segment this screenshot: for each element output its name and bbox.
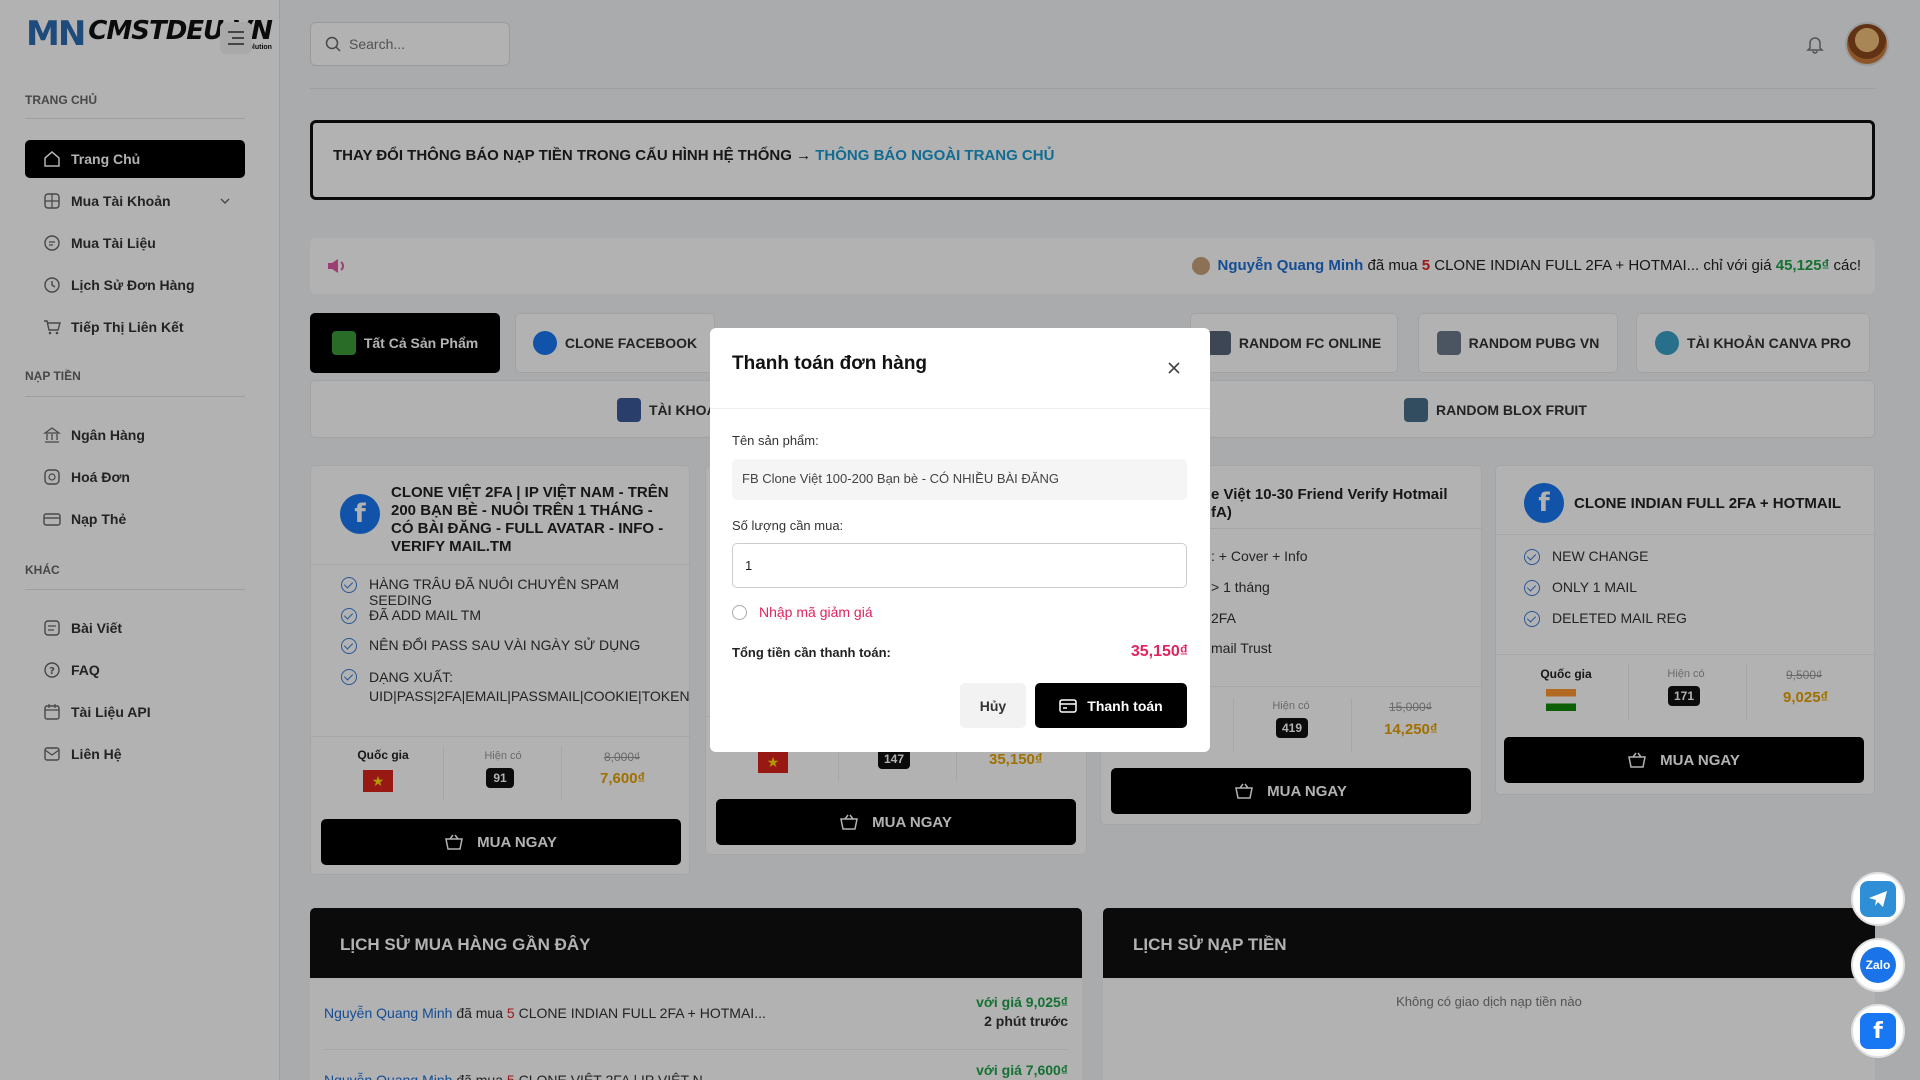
zalo-button[interactable]: Zalo — [1851, 938, 1905, 992]
close-icon[interactable] — [1162, 356, 1186, 380]
facebook-icon: f — [1860, 1013, 1896, 1049]
checkout-modal: Thanh toán đơn hàng Tên sản phẩm: FB Clo… — [710, 328, 1210, 752]
pay-button[interactable]: Thanh toán — [1035, 683, 1187, 728]
telegram-icon — [1860, 881, 1896, 917]
pay-label: Thanh toán — [1087, 697, 1163, 714]
divider — [710, 408, 1210, 409]
product-name-label: Tên sản phẩm: — [732, 433, 819, 448]
telegram-button[interactable] — [1851, 872, 1905, 926]
modal-title: Thanh toán đơn hàng — [732, 353, 928, 374]
discount-icon — [732, 604, 747, 620]
total-value: 35,150₫ — [1130, 643, 1188, 660]
quantity-label: Số lượng cần mua: — [732, 518, 844, 533]
coupon-link[interactable]: Nhập mã giảm giá — [732, 604, 873, 620]
zalo-icon: Zalo — [1860, 947, 1896, 983]
credit-card-icon — [1059, 698, 1078, 713]
coupon-label: Nhập mã giảm giá — [759, 604, 873, 620]
quantity-input[interactable] — [732, 543, 1187, 588]
product-name-field: FB Clone Việt 100-200 Bạn bè - CÓ NHIỀU … — [732, 459, 1187, 500]
cancel-button[interactable]: Hủy — [960, 683, 1026, 728]
facebook-messenger-button[interactable]: f — [1851, 1004, 1905, 1058]
total-label: Tổng tiền cần thanh toán: — [732, 645, 891, 660]
